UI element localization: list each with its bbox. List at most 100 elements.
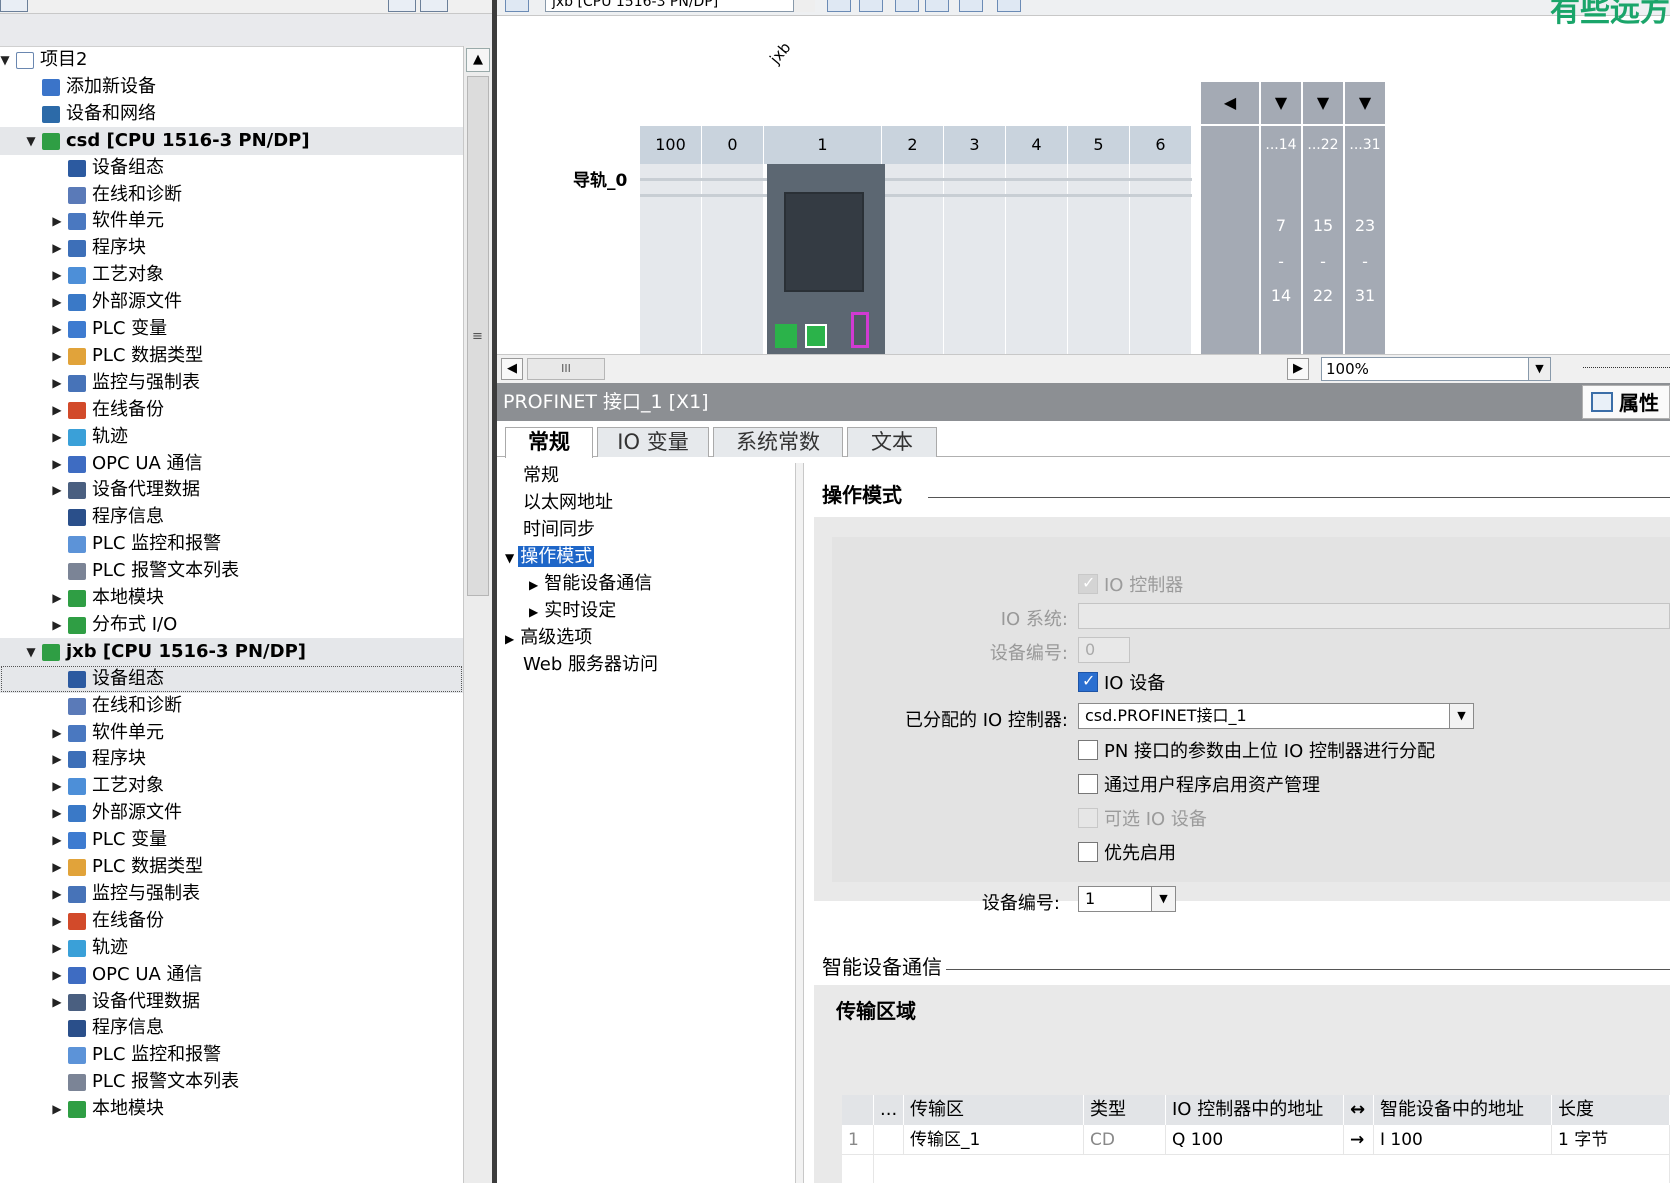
zoom-dropdown-icon[interactable]: ▼ — [1528, 358, 1550, 380]
tree-item-plc-tags[interactable]: ▶ PLC 变量 — [0, 826, 463, 854]
device-select-dropdown[interactable] — [793, 0, 815, 12]
tree-item-software-units[interactable]: ▶ 软件单元 — [0, 719, 463, 747]
tree-item-program-info[interactable]: 程序信息 — [0, 503, 463, 531]
nav-ethernet-address[interactable]: 以太网地址 — [523, 490, 613, 516]
table-header-more[interactable]: ... — [874, 1095, 904, 1125]
expand-arrow-icon[interactable]: ▶ — [505, 632, 514, 646]
io-device-checkbox[interactable] — [1078, 671, 1098, 692]
expand-arrow-icon[interactable]: ▶ — [50, 853, 64, 881]
tree-item-tech-objects[interactable]: ▶ 工艺对象 — [0, 772, 463, 800]
chevron-down-icon[interactable]: ▼ — [1449, 704, 1473, 728]
tree-item-program-info[interactable]: 程序信息 — [0, 1014, 463, 1042]
tree-item-plc-tags[interactable]: ▶ PLC 变量 — [0, 315, 463, 343]
tab-io-tags[interactable]: IO 变量 — [597, 427, 709, 457]
expand-arrow-icon[interactable]: ▶ — [50, 611, 64, 639]
tree-item-plc-alarms[interactable]: PLC 监控和报警 — [0, 1041, 463, 1069]
hscroll-thumb[interactable]: III — [527, 358, 605, 380]
tab-system-constants[interactable]: 系统常数 — [713, 427, 843, 457]
slot[interactable] — [944, 164, 1006, 354]
slot[interactable] — [882, 164, 944, 354]
chevron-down-icon[interactable]: ▼ — [1151, 887, 1175, 911]
tree-item-device-proxy[interactable]: ▶ 设备代理数据 — [0, 988, 463, 1016]
tree-item-distributed-io[interactable]: ▶ 分布式 I/O — [0, 611, 463, 639]
tree-item-alarm-texts[interactable]: PLC 报警文本列表 — [0, 557, 463, 585]
assigned-controller-select[interactable]: csd.PROFINET接口_1 ▼ — [1078, 703, 1474, 729]
device-number2-select[interactable]: 1 ▼ — [1078, 886, 1176, 912]
toolbar-icon-1[interactable] — [827, 0, 851, 12]
expand-arrow-icon[interactable]: ▶ — [50, 988, 64, 1016]
zoom-icon[interactable] — [997, 0, 1021, 12]
scroll-thumb[interactable]: ≡ — [467, 76, 489, 596]
tree-item-plc-data-types[interactable]: ▶ PLC 数据类型 — [0, 342, 463, 370]
tree-item-csd[interactable]: ▼ csd [CPU 1516-3 PN/DP] — [0, 126, 463, 155]
table-cell-device-address[interactable]: I 100 — [1374, 1125, 1552, 1155]
expand-arrow-icon[interactable]: ▶ — [50, 1095, 64, 1123]
properties-tab[interactable]: 属性 — [1582, 385, 1670, 419]
expand-arrow-icon[interactable]: ▶ — [50, 961, 64, 989]
tree-item-watch-tables[interactable]: ▶ 监控与强制表 — [0, 369, 463, 397]
toolbar-icon-2[interactable] — [859, 0, 883, 12]
table-header-name[interactable]: 传输区 — [904, 1095, 1084, 1125]
tree-item-opc-ua[interactable]: ▶ OPC UA 通信 — [0, 450, 463, 478]
pn-params-checkbox[interactable] — [1078, 740, 1098, 760]
tree-item-plc-data-types[interactable]: ▶ PLC 数据类型 — [0, 853, 463, 881]
tab-general[interactable]: 常规 — [505, 427, 593, 458]
table-header-direction[interactable]: ↔ — [1344, 1095, 1374, 1125]
slot[interactable] — [702, 164, 764, 354]
io-system-field[interactable] — [1078, 603, 1670, 629]
tree-item-device-config[interactable]: 设备组态 — [0, 664, 463, 693]
table-header-device-address[interactable]: 智能设备中的地址 — [1374, 1095, 1552, 1125]
table-header-controller-address[interactable]: IO 控制器中的地址 — [1166, 1095, 1344, 1125]
expand-arrow-icon[interactable]: ▶ — [50, 315, 64, 343]
zoom-slider[interactable] — [1583, 367, 1670, 369]
tree-item-device-config[interactable]: 设备组态 — [0, 154, 463, 182]
tree-item-watch-tables[interactable]: ▶ 监控与强制表 — [0, 880, 463, 908]
optional-device-checkbox[interactable] — [1078, 808, 1098, 828]
tree-item-external-sources[interactable]: ▶ 外部源文件 — [0, 799, 463, 827]
expand-arrow-icon[interactable]: ▶ — [529, 578, 538, 592]
expand-arrow-icon[interactable]: ▶ — [50, 369, 64, 397]
tree-item-plc-alarms[interactable]: PLC 监控和报警 — [0, 530, 463, 558]
expand-icon[interactable]: ▼ — [1303, 82, 1345, 124]
ext-slot[interactable]: 7 - 14 — [1261, 164, 1303, 354]
toolbar-icon-3[interactable] — [895, 0, 919, 12]
nav-advanced[interactable]: ▶ 高级选项 — [505, 625, 592, 651]
tree-item-add-device[interactable]: 添加新设备 — [0, 73, 463, 101]
slot[interactable] — [640, 164, 702, 354]
expand-arrow-icon[interactable]: ▶ — [529, 605, 538, 619]
expand-arrow-icon[interactable]: ▶ — [50, 234, 64, 262]
tree-item-online-backups[interactable]: ▶ 在线备份 — [0, 907, 463, 935]
collapse-arrow-icon[interactable]: ▼ — [24, 638, 38, 666]
table-empty-cell[interactable] — [842, 1155, 874, 1183]
slot[interactable] — [1068, 164, 1130, 354]
tree-item-online-diag[interactable]: 在线和诊断 — [0, 692, 463, 720]
cpu-module[interactable] — [767, 164, 885, 354]
tree-item-jxb[interactable]: ▼ jxb [CPU 1516-3 PN/DP] — [0, 637, 463, 666]
expand-arrow-icon[interactable]: ▶ — [50, 423, 64, 451]
asset-mgmt-checkbox[interactable] — [1078, 774, 1098, 794]
expand-arrow-icon[interactable]: ▶ — [50, 826, 64, 854]
table-view-icon[interactable] — [420, 0, 448, 12]
expand-icon[interactable]: ▼ — [1261, 82, 1303, 124]
collapse-arrow-icon[interactable]: ▼ — [505, 551, 514, 565]
device-horizontal-scrollbar[interactable]: ◀ III ▶ 100% ▼ — [497, 354, 1670, 383]
priority-start-checkbox[interactable] — [1078, 842, 1098, 862]
expand-arrow-icon[interactable]: ▶ — [50, 342, 64, 370]
tree-item-software-units[interactable]: ▶ 软件单元 — [0, 207, 463, 235]
expand-arrow-icon[interactable]: ▶ — [50, 719, 64, 747]
expand-arrow-icon[interactable]: ▶ — [50, 907, 64, 935]
tree-view-icon[interactable] — [0, 0, 28, 12]
zoom-select[interactable]: 100% ▼ — [1321, 357, 1551, 381]
expand-arrow-icon[interactable]: ▶ — [50, 261, 64, 289]
table-cell-type[interactable]: CD — [1084, 1125, 1166, 1155]
table-cell-name[interactable]: 传输区_1 — [904, 1125, 1084, 1155]
nav-realtime[interactable]: ▶ 实时设定 — [529, 598, 616, 624]
nav-web-server[interactable]: Web 服务器访问 — [523, 652, 658, 678]
list-view-icon[interactable] — [388, 0, 416, 12]
tree-item-alarm-texts[interactable]: PLC 报警文本列表 — [0, 1068, 463, 1096]
tree-item-local-modules[interactable]: ▶ 本地模块 — [0, 1095, 463, 1123]
tab-texts[interactable]: 文本 — [847, 427, 937, 457]
expand-arrow-icon[interactable]: ▶ — [50, 450, 64, 478]
collapse-arrow-icon[interactable]: ▼ — [0, 46, 12, 74]
expand-arrow-icon[interactable]: ▶ — [50, 476, 64, 504]
